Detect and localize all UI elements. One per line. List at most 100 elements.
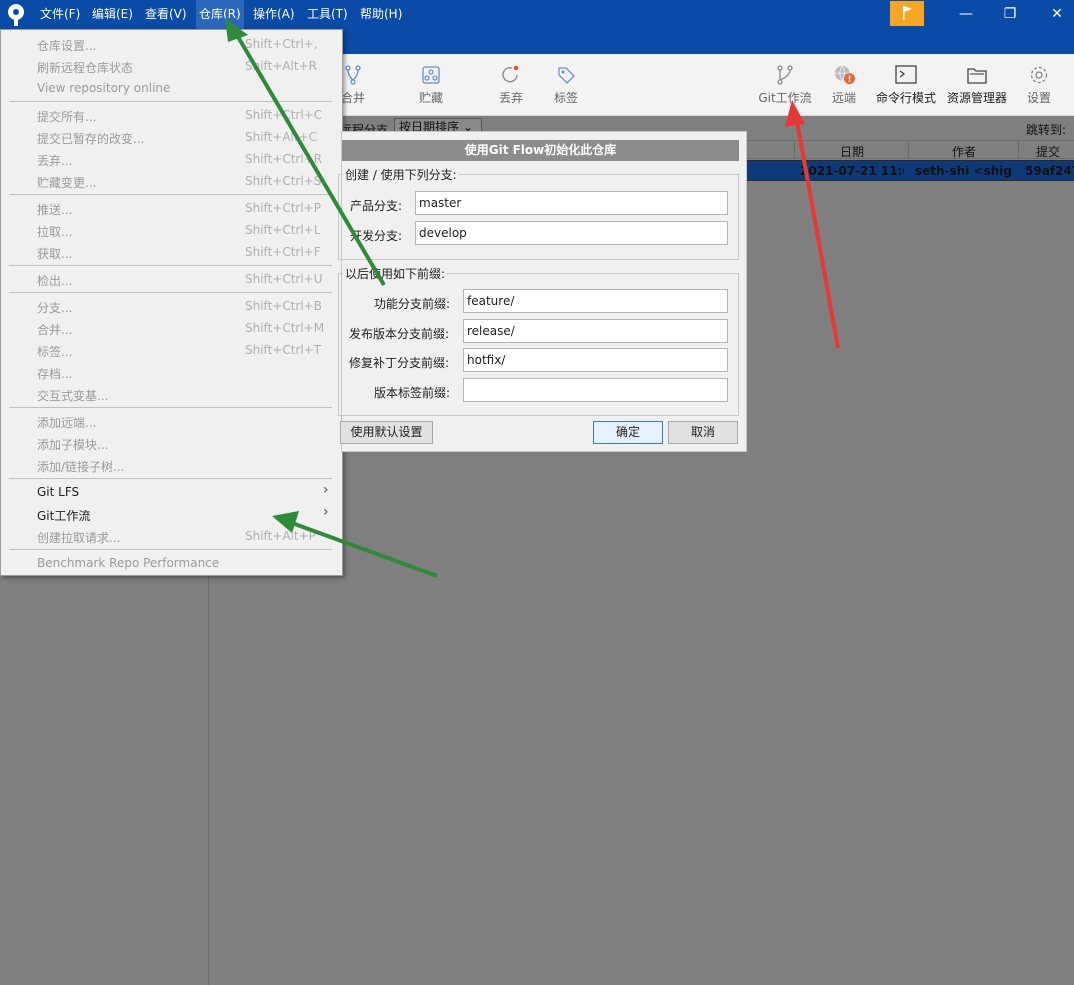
tag-label: 标签: [553, 91, 578, 105]
menu-archive[interactable]: 存档...: [37, 365, 72, 382]
menu-view-online[interactable]: View repository online: [37, 81, 170, 95]
hotfix-prefix-label: 修复补丁分支前缀:: [349, 356, 450, 370]
shortcut: Shift+Alt+R: [245, 59, 317, 73]
menu-git-lfs[interactable]: Git LFS: [37, 485, 79, 499]
menu-view[interactable]: 查看(V): [142, 0, 190, 29]
use-defaults-button[interactable]: 使用默认设置: [340, 421, 433, 444]
menu-tag[interactable]: 标签...: [37, 343, 72, 360]
discard-label: 丢弃: [498, 91, 523, 105]
dev-branch-input[interactable]: [415, 221, 728, 245]
menu-merge[interactable]: 合并...: [37, 321, 72, 338]
shortcut: Shift+Ctrl+B: [245, 299, 322, 313]
prefixes-group: 以后使用如下前缀: 功能分支前缀: 发布版本分支前缀: 修复补丁分支前缀: 版本…: [338, 265, 739, 416]
shortcut: Shift+Ctrl+,: [245, 37, 318, 51]
stash-label: 贮藏: [418, 91, 443, 105]
close-button[interactable]: ✕: [1034, 0, 1074, 29]
row-author: seth-shi <shigue: [915, 164, 1013, 178]
stash-button[interactable]: 贮藏: [416, 64, 446, 106]
merge-label: 合并: [340, 91, 365, 105]
column-date[interactable]: 日期: [840, 143, 864, 160]
dev-branch-label: 开发分支:: [350, 229, 403, 243]
menu-separator: [9, 101, 332, 102]
menu-push[interactable]: 推送...: [37, 201, 72, 218]
branches-group-title: 创建 / 使用下列分支:: [343, 166, 459, 183]
menu-file[interactable]: 文件(F): [37, 0, 83, 29]
hotfix-prefix-input[interactable]: [463, 348, 728, 372]
flag-button[interactable]: [890, 1, 924, 26]
column-separator[interactable]: [1018, 141, 1019, 159]
prod-branch-label: 产品分支:: [350, 199, 403, 213]
prod-branch-input[interactable]: [415, 191, 728, 215]
tag-icon: [558, 67, 575, 84]
remote-button[interactable]: 远端: [829, 64, 859, 106]
menu-branch[interactable]: 分支...: [37, 299, 72, 316]
menu-separator: [9, 194, 332, 195]
shortcut: Shift+Ctrl+S: [245, 174, 322, 188]
shortcut: Shift+Ctrl+P: [245, 201, 321, 215]
menu-separator: [9, 292, 332, 293]
gitflow-init-dialog: 使用Git Flow初始化此仓库 创建 / 使用下列分支: 产品分支: 开发分支…: [338, 131, 747, 452]
release-prefix-input[interactable]: [463, 319, 728, 343]
terminal-button[interactable]: 命令行模式: [874, 64, 938, 106]
gitflow-button[interactable]: Git工作流: [757, 64, 813, 106]
folder-icon: [967, 68, 987, 84]
menu-stash[interactable]: 贮藏变更...: [37, 174, 96, 191]
menu-benchmark[interactable]: Benchmark Repo Performance: [37, 556, 219, 570]
column-author[interactable]: 作者: [952, 143, 976, 160]
chevron-right-icon: ›: [323, 482, 329, 498]
settings-button[interactable]: 设置: [1025, 64, 1053, 106]
repository-menu: 仓库设置... Shift+Ctrl+, 刷新远程仓库状态 Shift+Alt+…: [0, 29, 343, 576]
version-tag-prefix-input[interactable]: [463, 378, 728, 402]
stash-icon: [422, 66, 440, 84]
ok-button[interactable]: 确定: [593, 421, 663, 444]
column-separator[interactable]: [908, 141, 909, 159]
discard-icon: [502, 65, 519, 83]
column-separator[interactable]: [794, 141, 795, 159]
column-commit[interactable]: 提交: [1036, 143, 1060, 160]
menu-edit[interactable]: 编辑(E): [89, 0, 136, 29]
menu-repo-settings[interactable]: 仓库设置...: [37, 37, 96, 54]
discard-button[interactable]: 丢弃: [497, 64, 525, 106]
minimize-button[interactable]: —: [943, 0, 989, 29]
shortcut: Shift+Ctrl+F: [245, 245, 321, 259]
remote-label: 远端: [831, 91, 856, 105]
feature-prefix-label: 功能分支前缀:: [374, 297, 451, 311]
row-commit: 59af247: [1025, 164, 1074, 178]
gitflow-label: Git工作流: [758, 91, 812, 105]
menu-help[interactable]: 帮助(H): [357, 0, 405, 29]
shortcut: Shift+Alt+C: [245, 130, 318, 144]
menu-separator: [9, 407, 332, 408]
menu-add-submodule[interactable]: 添加子模块...: [37, 436, 108, 453]
menu-commit-staged[interactable]: 提交已暂存的改变...: [37, 130, 144, 147]
gear-icon: [1030, 66, 1048, 84]
menu-gitflow[interactable]: Git工作流: [37, 507, 90, 524]
menu-add-remote[interactable]: 添加远端...: [37, 414, 96, 431]
restore-button[interactable]: ❐: [987, 0, 1033, 29]
shortcut: Shift+Alt+P: [245, 529, 316, 543]
menu-fetch[interactable]: 获取...: [37, 245, 72, 262]
merge-icon: [345, 65, 361, 85]
menu-interactive-rebase[interactable]: 交互式变基...: [37, 387, 108, 404]
menu-repository[interactable]: 仓库(R): [196, 0, 244, 29]
menu-create-pull-request[interactable]: 创建拉取请求...: [37, 529, 120, 546]
menu-commit-all[interactable]: 提交所有...: [37, 108, 96, 125]
cancel-button[interactable]: 取消: [668, 421, 738, 444]
tag-button[interactable]: 标签: [551, 64, 581, 106]
menu-tools[interactable]: 工具(T): [304, 0, 351, 29]
shortcut: Shift+Ctrl+M: [245, 321, 325, 335]
gitflow-icon: [777, 65, 793, 85]
menu-actions[interactable]: 操作(A): [250, 0, 298, 29]
menu-refresh-remote[interactable]: 刷新远程仓库状态: [37, 59, 133, 76]
shortcut: Shift+Ctrl+U: [245, 272, 323, 286]
dialog-title: 使用Git Flow初始化此仓库: [342, 140, 739, 161]
release-prefix-label: 发布版本分支前缀:: [349, 327, 450, 341]
menu-pull[interactable]: 拉取...: [37, 223, 72, 240]
menu-discard[interactable]: 丢弃...: [37, 152, 72, 169]
row-date: 2021-07-21 11:08: [800, 164, 904, 178]
jump-to-label: 跳转到:: [1026, 123, 1067, 137]
feature-prefix-input[interactable]: [463, 289, 728, 313]
explorer-button[interactable]: 资源管理器: [945, 64, 1009, 106]
menu-add-subtree[interactable]: 添加/链接子树...: [37, 458, 125, 475]
menu-separator: [9, 549, 332, 550]
menu-checkout[interactable]: 检出...: [37, 272, 72, 289]
